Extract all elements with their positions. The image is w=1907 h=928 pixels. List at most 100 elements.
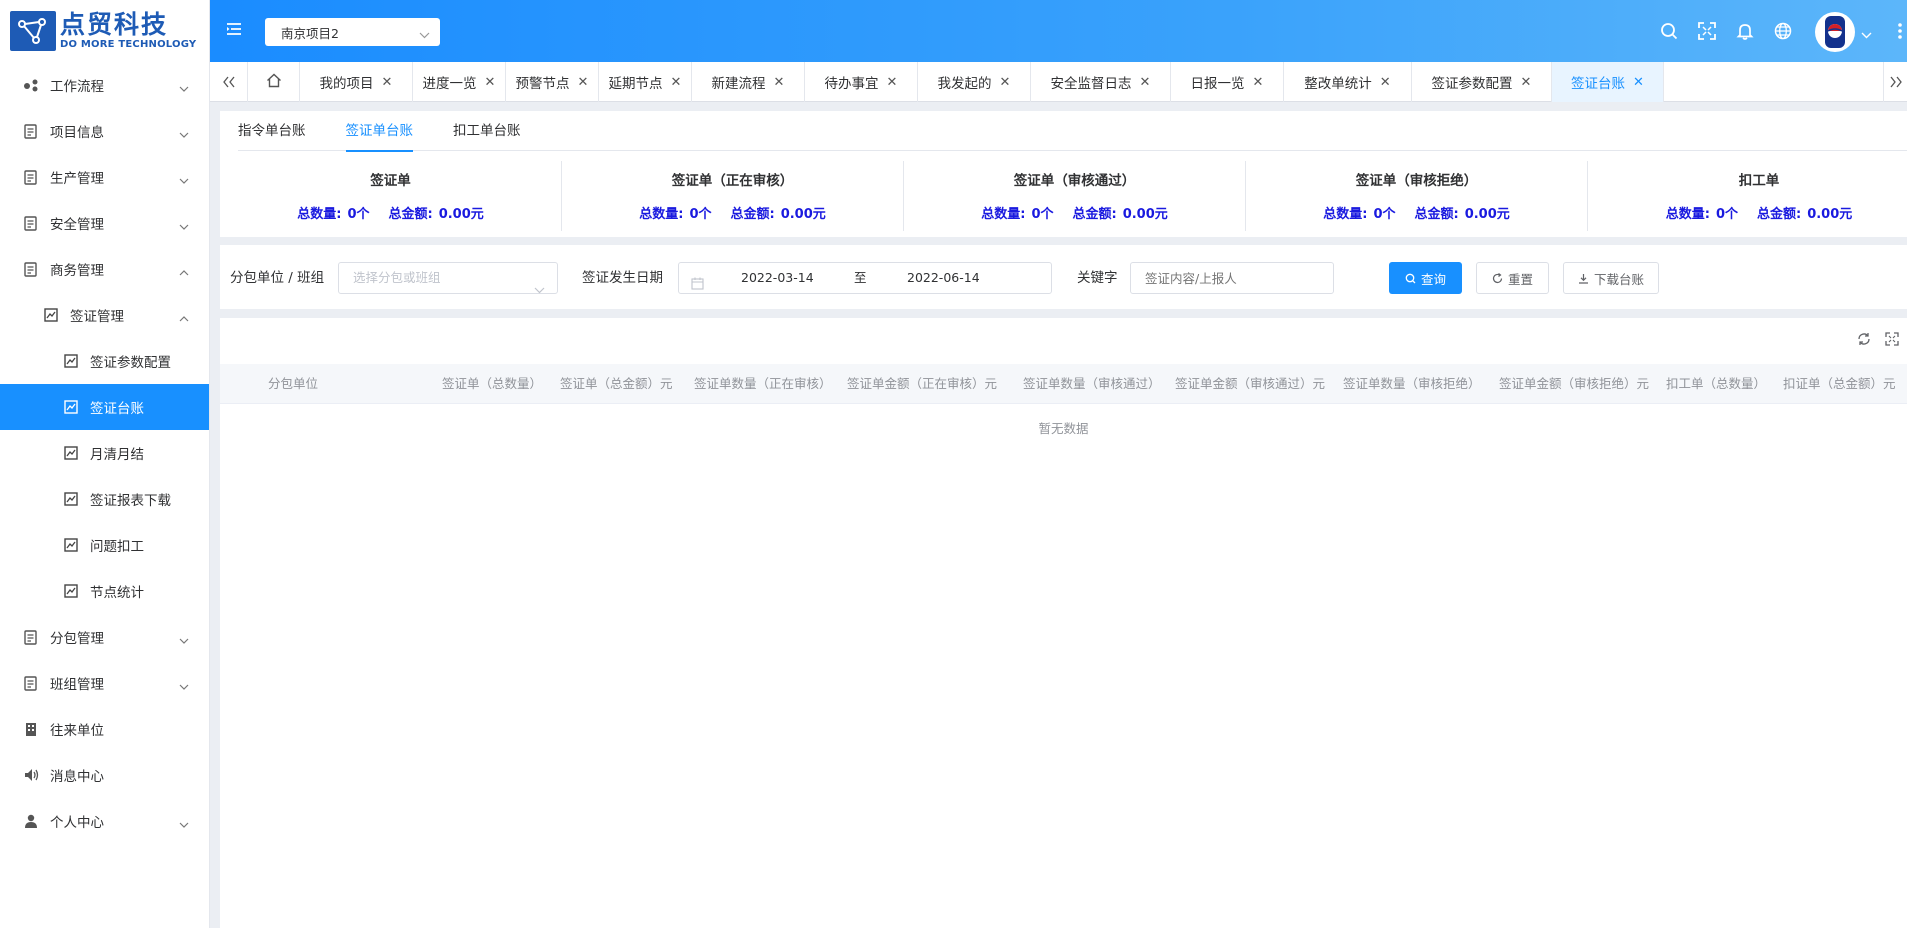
sidebar-item-monthly-settle[interactable]: 月清月结	[0, 430, 209, 476]
sidebar-item-partners[interactable]: 往来单位	[0, 706, 209, 752]
more-icon[interactable]	[1898, 22, 1902, 44]
sidebar-item-visa-management[interactable]: 签证管理	[0, 292, 209, 338]
stat-count-label: 总数量:	[1665, 207, 1710, 222]
chart-icon	[62, 582, 80, 600]
reset-button[interactable]: 重置	[1476, 262, 1549, 294]
close-icon[interactable]: ✕	[1380, 75, 1391, 90]
tag-home[interactable]	[248, 62, 300, 102]
date-end[interactable]: 2022-06-14	[907, 263, 980, 293]
tag-label: 延期节点	[608, 76, 663, 92]
close-icon[interactable]: ✕	[887, 75, 898, 90]
chart-icon	[62, 444, 80, 462]
close-icon[interactable]: ✕	[485, 75, 496, 90]
close-icon[interactable]: ✕	[671, 75, 682, 90]
document-icon	[22, 214, 40, 232]
sidebar-item-visa-ledger[interactable]: 签证台账	[0, 384, 209, 430]
brand-name-en: DO MORE TECHNOLOGY	[60, 39, 197, 50]
chevron-down-icon	[179, 80, 189, 96]
tag-daily-report[interactable]: 日报一览 ✕	[1171, 62, 1284, 102]
sidebar: 点贸科技 DO MORE TECHNOLOGY 工作流程 项目信息 生产管理 安…	[0, 0, 210, 928]
column-header: 扣工单（总数量）	[1666, 376, 1767, 391]
close-icon[interactable]: ✕	[1253, 75, 1264, 90]
sidebar-item-label: 签证参数配置	[90, 355, 171, 371]
chart-icon	[62, 352, 80, 370]
close-icon[interactable]: ✕	[1521, 75, 1532, 90]
brand-logo[interactable]: 点贸科技 DO MORE TECHNOLOGY	[0, 0, 209, 62]
sidebar-item-team[interactable]: 班组管理	[0, 660, 209, 706]
tag-label: 安全监督日志	[1050, 76, 1132, 92]
close-icon[interactable]: ✕	[774, 75, 785, 90]
close-icon[interactable]: ✕	[1633, 75, 1644, 90]
sidebar-item-messages[interactable]: 消息中心	[0, 752, 209, 798]
download-ledger-button[interactable]: 下载台账	[1563, 262, 1659, 294]
tag-label: 我的项目	[319, 76, 374, 92]
sidebar-item-visa-report[interactable]: 签证报表下载	[0, 476, 209, 522]
tag-my-projects[interactable]: 我的项目 ✕	[300, 62, 413, 102]
stat-card-visa: 签证单 总数量: 0个 总金额: 0.00元	[220, 161, 562, 231]
chevron-down-icon[interactable]	[1861, 28, 1872, 43]
date-start[interactable]: 2022-03-14	[741, 263, 814, 293]
sidebar-item-workflow[interactable]: 工作流程	[0, 62, 209, 108]
tag-new-workflow[interactable]: 新建流程 ✕	[692, 62, 805, 102]
tab-deduction-ledger[interactable]: 扣工单台账	[453, 111, 521, 151]
date-range-picker[interactable]: 2022-03-14 至 2022-06-14	[678, 262, 1052, 294]
bell-icon[interactable]	[1736, 22, 1754, 44]
sidebar-item-business[interactable]: 商务管理	[0, 246, 209, 292]
tag-todo[interactable]: 待办事宜 ✕	[805, 62, 918, 102]
chart-icon	[62, 398, 80, 416]
tags-scroll-left-icon[interactable]	[210, 62, 248, 102]
search-icon[interactable]	[1660, 22, 1678, 44]
stat-count: 0个	[1031, 207, 1054, 222]
fullscreen-icon[interactable]	[1698, 22, 1716, 44]
sidebar-item-label: 消息中心	[50, 769, 104, 785]
tag-initiated[interactable]: 我发起的 ✕	[918, 62, 1031, 102]
globe-icon[interactable]	[1774, 22, 1792, 44]
close-icon[interactable]: ✕	[1140, 75, 1151, 90]
tab-visa-ledger[interactable]: 签证单台账	[345, 111, 413, 152]
stat-count-label: 总数量:	[639, 207, 684, 222]
tag-visa-ledger[interactable]: 签证台账 ✕	[1552, 62, 1664, 102]
tags-scroll-right-icon[interactable]	[1883, 62, 1907, 102]
tag-safety-log[interactable]: 安全监督日志 ✕	[1031, 62, 1171, 102]
tag-warning-nodes[interactable]: 预警节点 ✕	[506, 62, 599, 102]
sidebar-item-subcontract[interactable]: 分包管理	[0, 614, 209, 660]
fullscreen-icon[interactable]	[1885, 332, 1899, 350]
tag-label: 进度一览	[422, 76, 477, 92]
close-icon[interactable]: ✕	[578, 75, 589, 90]
project-select[interactable]: 南京项目2	[265, 18, 440, 46]
column-header: 签证单（总数量）	[442, 376, 543, 391]
stat-count-label: 总数量:	[1323, 207, 1368, 222]
sidebar-item-visa-config[interactable]: 签证参数配置	[0, 338, 209, 384]
menu-toggle-icon[interactable]	[226, 22, 242, 40]
close-icon[interactable]: ✕	[382, 75, 393, 90]
chevron-down-icon	[179, 172, 189, 188]
sidebar-item-profile[interactable]: 个人中心	[0, 798, 209, 844]
sidebar-item-project-info[interactable]: 项目信息	[0, 108, 209, 154]
sidebar-item-deduction[interactable]: 问题扣工	[0, 522, 209, 568]
chevron-down-icon	[534, 275, 545, 305]
tag-label: 待办事宜	[824, 76, 879, 92]
tag-label: 整改单统计	[1304, 76, 1372, 92]
stat-count: 0个	[1373, 207, 1396, 222]
chevron-up-icon	[179, 264, 189, 280]
tag-delayed-nodes[interactable]: 延期节点 ✕	[599, 62, 692, 102]
sidebar-item-node-stats[interactable]: 节点统计	[0, 568, 209, 614]
tag-visa-config[interactable]: 签证参数配置 ✕	[1412, 62, 1552, 102]
tag-rectify-stats[interactable]: 整改单统计 ✕	[1284, 62, 1412, 102]
subcontract-select[interactable]: 选择分包或班组	[338, 262, 558, 294]
subcontract-label: 分包单位 / 班组	[230, 270, 325, 286]
tag-progress[interactable]: 进度一览 ✕	[413, 62, 506, 102]
brand-name: 点贸科技	[60, 10, 169, 39]
sidebar-item-production[interactable]: 生产管理	[0, 154, 209, 200]
project-select-value: 南京项目2	[281, 25, 339, 41]
query-button[interactable]: 查询	[1389, 262, 1462, 294]
close-icon[interactable]: ✕	[1000, 75, 1011, 90]
refresh-icon[interactable]	[1857, 332, 1871, 350]
user-avatar[interactable]	[1815, 12, 1855, 52]
tab-instruction-ledger[interactable]: 指令单台账	[238, 111, 306, 151]
workflow-icon	[22, 76, 40, 94]
keyword-input[interactable]	[1130, 262, 1334, 294]
stat-count-label: 总数量:	[297, 207, 342, 222]
sidebar-item-safety[interactable]: 安全管理	[0, 200, 209, 246]
document-icon	[22, 260, 40, 278]
